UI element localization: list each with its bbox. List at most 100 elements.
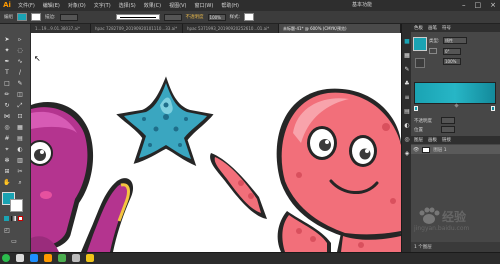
tools-panel: ➤ ▹ ✦ ◌ ✒ ∿ T / □ ✎ ✏ ◫ ↻ ⤢ ⋈ ⊡ ◎ ▦ # ▤ … <box>0 24 31 252</box>
menu-effect[interactable]: 效果(C) <box>140 2 165 9</box>
color-mode-icon[interactable] <box>4 216 9 221</box>
symbol-sprayer-icon[interactable]: ✻ <box>3 157 11 165</box>
stroke-gradient-icon[interactable] <box>415 58 425 68</box>
appearance-panel-icon[interactable]: ◎ <box>403 136 411 144</box>
browser-icon[interactable] <box>30 254 38 262</box>
tab-swatches[interactable]: 色板 <box>414 25 423 31</box>
tab-brushes[interactable]: 画笔 <box>428 25 437 31</box>
opacity-label[interactable]: 不透明度 <box>186 14 204 20</box>
menu-window[interactable]: 窗口(W) <box>190 2 217 9</box>
maximize-icon[interactable]: □ <box>475 1 482 9</box>
zoom-tool-icon[interactable]: ⌕ <box>16 179 24 187</box>
gradient-thumbnail[interactable] <box>413 37 427 51</box>
stop-opacity-field[interactable] <box>441 117 455 124</box>
gradient-slider[interactable] <box>414 82 496 104</box>
rotate-tool-icon[interactable]: ↻ <box>3 102 11 110</box>
mesh-tool-icon[interactable]: # <box>3 135 11 143</box>
menu-type[interactable]: 文字(T) <box>90 2 115 9</box>
tab-layers[interactable]: 图层 <box>414 137 423 143</box>
stroke-profile-dropdown[interactable] <box>115 14 160 20</box>
gradient-tool-icon[interactable]: ▤ <box>16 135 24 143</box>
gradient-type-dropdown[interactable]: 线性 <box>443 37 467 44</box>
stroke-panel-icon[interactable]: ≡ <box>403 94 411 102</box>
pencil-tool-icon[interactable]: ✏ <box>3 91 11 99</box>
document-tab-active[interactable]: 未标题-41* @ 600% (CMYK/预览) <box>279 24 401 33</box>
none-mode-icon[interactable] <box>18 216 23 221</box>
selection-tool-icon[interactable]: ➤ <box>3 36 11 44</box>
watermark-url: jingyan.baidu.com <box>414 225 470 232</box>
transparency-panel-icon[interactable]: ◐ <box>403 122 411 130</box>
blend-tool-icon[interactable]: ◐ <box>16 146 24 154</box>
artboard-canvas[interactable]: ↖ <box>31 33 401 252</box>
tab-artboards[interactable]: 画板 <box>428 137 437 143</box>
graphic-style-swatch[interactable] <box>244 13 255 21</box>
eraser-tool-icon[interactable]: ◫ <box>16 91 24 99</box>
free-transform-icon[interactable]: ⊡ <box>16 113 24 121</box>
tab-links[interactable]: 链接 <box>442 137 451 143</box>
magic-wand-icon[interactable]: ✦ <box>3 47 11 55</box>
curvature-tool-icon[interactable]: ∿ <box>16 58 24 66</box>
line-tool-icon[interactable]: / <box>16 69 24 77</box>
direct-selection-tool-icon[interactable]: ▹ <box>16 36 24 44</box>
hand-tool-icon[interactable]: ✋ <box>3 179 11 187</box>
stroke-color-icon[interactable] <box>10 199 23 212</box>
minimize-icon[interactable]: – <box>462 1 466 9</box>
document-tab[interactable]: 1...19...9.01.38037.ai* <box>31 24 91 33</box>
brushes-panel-icon[interactable]: ✎ <box>403 66 411 74</box>
drawing-mode-icon[interactable]: ◰ <box>3 227 11 235</box>
gradient-angle-field[interactable]: 0° <box>443 48 461 55</box>
stroke-swatch[interactable] <box>31 13 41 21</box>
screen-mode-icon[interactable]: ▭ <box>10 238 18 246</box>
perspective-grid-icon[interactable]: ▦ <box>16 124 24 132</box>
rectangle-tool-icon[interactable]: □ <box>3 80 11 88</box>
scale-tool-icon[interactable]: ⤢ <box>16 102 24 110</box>
gradient-midpoint[interactable] <box>454 103 459 108</box>
folder-icon[interactable] <box>16 254 24 262</box>
eye-icon[interactable]: 👁 <box>413 147 419 153</box>
menu-view[interactable]: 视图(V) <box>165 2 190 9</box>
graph-tool-icon[interactable]: ▥ <box>16 157 24 165</box>
swatches-panel-icon[interactable]: ▦ <box>403 52 411 60</box>
chat-icon[interactable] <box>58 254 66 262</box>
document-tab[interactable]: hpac 7282709_20190920101110...33.ai* <box>91 24 183 33</box>
stop-location-field[interactable] <box>441 126 455 133</box>
symbols-panel-icon[interactable]: ♣ <box>403 80 411 88</box>
pen-tool-icon[interactable]: ✒ <box>3 58 11 66</box>
lasso-icon[interactable]: ◌ <box>16 47 24 55</box>
document-tab[interactable]: hpac 5371993_20190920252610...01.ai* <box>183 24 279 33</box>
slice-tool-icon[interactable]: ✂ <box>16 168 24 176</box>
menu-object[interactable]: 对象(O) <box>64 2 90 9</box>
gradient-mode-icon[interactable] <box>11 216 16 221</box>
app-launcher-icon[interactable] <box>2 254 10 262</box>
graphic-styles-icon[interactable]: ◈ <box>403 150 411 158</box>
opacity-field[interactable]: 100% <box>207 13 226 21</box>
color-panel-icon[interactable]: ■ <box>403 38 411 46</box>
tab-symbols[interactable]: 符号 <box>442 25 451 31</box>
width-tool-icon[interactable]: ⋈ <box>3 113 11 121</box>
gradient-panel-icon[interactable]: ▤ <box>403 108 411 116</box>
layer-row[interactable]: 👁 图层 1 <box>411 145 500 154</box>
artboard-tool-icon[interactable]: ⊞ <box>3 168 11 176</box>
workspace-switcher[interactable]: 基本功能 <box>352 1 372 8</box>
gradient-stop-left[interactable] <box>414 106 418 111</box>
menu-help[interactable]: 帮助(H) <box>217 2 243 9</box>
brush-dropdown[interactable] <box>163 13 182 21</box>
close-icon[interactable]: × <box>490 1 496 9</box>
fill-swatch[interactable] <box>17 13 27 21</box>
gradient-stop-right[interactable] <box>491 106 495 111</box>
menu-select[interactable]: 选择(S) <box>115 2 140 9</box>
menu-file[interactable]: 文件(F) <box>14 2 39 9</box>
menu-edit[interactable]: 编辑(E) <box>39 2 64 9</box>
shape-builder-icon[interactable]: ◎ <box>3 124 11 132</box>
eyedropper-icon[interactable]: ⌖ <box>3 146 11 154</box>
paintbrush-tool-icon[interactable]: ✎ <box>16 80 24 88</box>
aspect-ratio-field[interactable]: 100% <box>443 58 461 65</box>
type-tool-icon[interactable]: T <box>3 69 11 77</box>
file-explorer-icon[interactable] <box>72 254 80 262</box>
reverse-gradient-icon[interactable] <box>429 48 437 54</box>
panel-icon-strip: ■ ▦ ✎ ♣ ≡ ▤ ◐ ◎ ◈ <box>401 24 411 252</box>
stroke-weight-dropdown[interactable] <box>59 13 78 21</box>
illustrator-taskbar-icon[interactable] <box>44 254 52 262</box>
app-logo: Ai <box>3 1 11 9</box>
notes-icon[interactable] <box>86 254 94 262</box>
